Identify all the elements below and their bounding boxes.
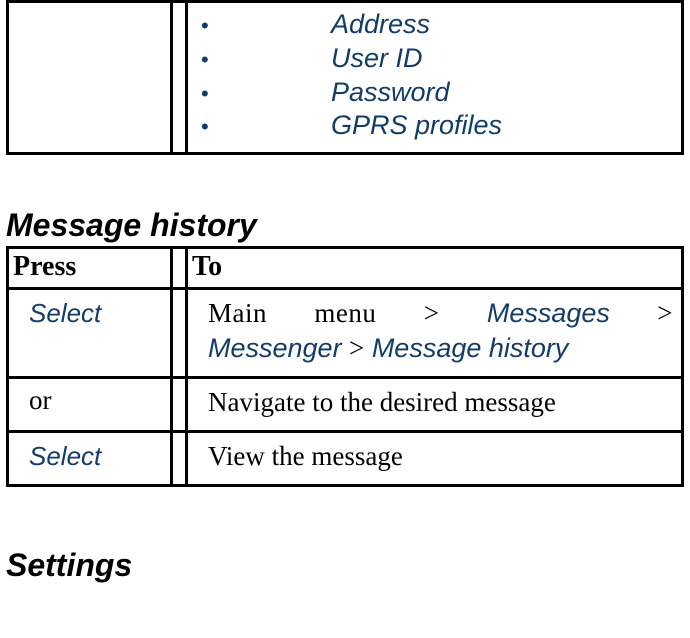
list-item: • Address [201, 8, 680, 42]
press-cell: or [8, 378, 172, 432]
breadcrumb-segment: Messenger [208, 333, 342, 363]
page: • Address • User ID • Password • GPRS pr… [0, 0, 690, 604]
gap-cell [172, 289, 187, 378]
press-cell: Select [8, 432, 172, 486]
gap-cell [172, 378, 187, 432]
list-item-label: GPRS profiles [331, 109, 502, 143]
profile-fields-table: • Address • User ID • Password • GPRS pr… [6, 0, 684, 155]
list-item-label: Password [331, 76, 450, 110]
to-text: Navigate to the desired message [208, 387, 556, 417]
column-header-to: To [187, 248, 683, 289]
bullet-icon: • [201, 80, 331, 108]
breadcrumb-sep: > [342, 333, 372, 363]
gap-cell [172, 432, 187, 486]
table-row: or Navigate to the desired message [8, 378, 683, 432]
breadcrumb-segment: Message history [372, 333, 569, 363]
profile-fields-gap-cell [172, 2, 187, 154]
table-row: Select View the message [8, 432, 683, 486]
column-header-gap [172, 248, 187, 289]
to-cell: Navigate to the desired message [187, 378, 683, 432]
select-label: Select [29, 298, 101, 328]
bullet-icon: • [201, 113, 331, 141]
list-item-label: User ID [331, 42, 423, 76]
profile-fields-list: • Address • User ID • Password • GPRS pr… [189, 8, 680, 143]
bullet-icon: • [201, 46, 331, 74]
profile-fields-list-cell: • Address • User ID • Password • GPRS pr… [187, 2, 683, 154]
section-heading-settings: Settings [6, 547, 684, 584]
list-item: • User ID [201, 42, 680, 76]
press-cell: Select [8, 289, 172, 378]
section-heading-message-history: Message history [6, 207, 684, 244]
list-item-label: Address [331, 8, 430, 42]
to-text: View the message [208, 441, 403, 471]
list-item: • Password [201, 76, 680, 110]
select-label: Select [29, 441, 101, 471]
message-history-table: Press To Select Main menu > Messages > M… [6, 246, 684, 487]
to-cell: View the message [187, 432, 683, 486]
breadcrumb-sep: > [610, 298, 673, 328]
breadcrumb-segment: Messages [487, 298, 610, 328]
or-label: or [29, 385, 52, 415]
list-item: • GPRS profiles [201, 109, 680, 143]
to-cell: Main menu > Messages > Messenger > Messa… [187, 289, 683, 378]
breadcrumb-prefix: Main menu > [208, 298, 487, 328]
table-row: Select Main menu > Messages > Messenger … [8, 289, 683, 378]
column-header-press: Press [8, 248, 172, 289]
bullet-icon: • [201, 12, 331, 40]
profile-fields-empty-cell [8, 2, 172, 154]
